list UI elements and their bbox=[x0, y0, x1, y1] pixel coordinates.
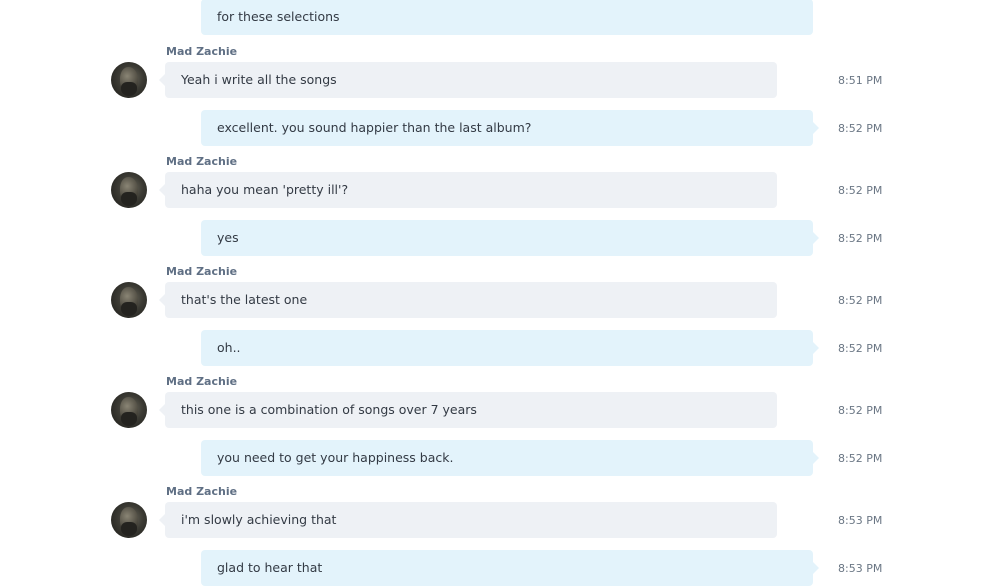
message-timestamp: 8:53 PM bbox=[838, 562, 883, 575]
message-bubble-outgoing[interactable]: oh.. bbox=[201, 330, 819, 366]
avatar-beard bbox=[121, 522, 137, 536]
message-bubble-outgoing[interactable]: you need to get your happiness back. bbox=[201, 440, 819, 476]
message-text: haha you mean 'pretty ill'? bbox=[181, 182, 349, 197]
message-text: that's the latest one bbox=[181, 292, 308, 307]
message-text: glad to hear that bbox=[217, 560, 323, 575]
message-timestamp: 8:51 PM bbox=[838, 74, 883, 87]
sender-name[interactable]: Mad Zachie bbox=[166, 375, 237, 389]
avatar[interactable] bbox=[111, 172, 147, 208]
sender-name[interactable]: Mad Zachie bbox=[166, 155, 237, 169]
avatar[interactable] bbox=[111, 502, 147, 538]
sender-name[interactable]: Mad Zachie bbox=[166, 485, 237, 499]
message-text: oh.. bbox=[217, 340, 241, 355]
message-timestamp: 8:52 PM bbox=[838, 184, 883, 197]
message-bubble-outgoing[interactable]: excellent. you sound happier than the la… bbox=[201, 110, 819, 146]
avatar-beard bbox=[121, 192, 137, 206]
message-bubble-outgoing[interactable]: yes bbox=[201, 220, 819, 256]
message-text: for these selections bbox=[217, 9, 340, 24]
message-text: this one is a combination of songs over … bbox=[181, 402, 477, 417]
message-text: Yeah i write all the songs bbox=[181, 72, 337, 87]
avatar[interactable] bbox=[111, 282, 147, 318]
message-timestamp: 8:52 PM bbox=[838, 452, 883, 465]
message-timestamp: 8:52 PM bbox=[838, 404, 883, 417]
avatar[interactable] bbox=[111, 62, 147, 98]
message-text: excellent. you sound happier than the la… bbox=[217, 120, 532, 135]
message-bubble-outgoing[interactable]: glad to hear that bbox=[201, 550, 819, 586]
avatar[interactable] bbox=[111, 392, 147, 428]
message-bubble-incoming[interactable]: that's the latest one bbox=[159, 282, 777, 318]
avatar-beard bbox=[121, 412, 137, 426]
avatar-beard bbox=[121, 82, 137, 96]
message-text: i'm slowly achieving that bbox=[181, 512, 337, 527]
message-timestamp: 8:52 PM bbox=[838, 294, 883, 307]
message-bubble-incoming[interactable]: haha you mean 'pretty ill'? bbox=[159, 172, 777, 208]
sender-name[interactable]: Mad Zachie bbox=[166, 45, 237, 59]
message-timestamp: 8:52 PM bbox=[838, 122, 883, 135]
message-timestamp: 8:53 PM bbox=[838, 514, 883, 527]
chat-conversation: for these selections Mad Zachie Yeah i w… bbox=[0, 0, 986, 586]
message-bubble-incoming[interactable]: Yeah i write all the songs bbox=[159, 62, 777, 98]
sender-name[interactable]: Mad Zachie bbox=[166, 265, 237, 279]
message-bubble-incoming[interactable]: i'm slowly achieving that bbox=[159, 502, 777, 538]
message-text: you need to get your happiness back. bbox=[217, 450, 454, 465]
message-timestamp: 8:52 PM bbox=[838, 342, 883, 355]
message-text: yes bbox=[217, 230, 239, 245]
message-bubble-outgoing[interactable]: for these selections bbox=[201, 0, 813, 35]
message-bubble-incoming[interactable]: this one is a combination of songs over … bbox=[159, 392, 777, 428]
message-timestamp: 8:52 PM bbox=[838, 232, 883, 245]
avatar-beard bbox=[121, 302, 137, 316]
